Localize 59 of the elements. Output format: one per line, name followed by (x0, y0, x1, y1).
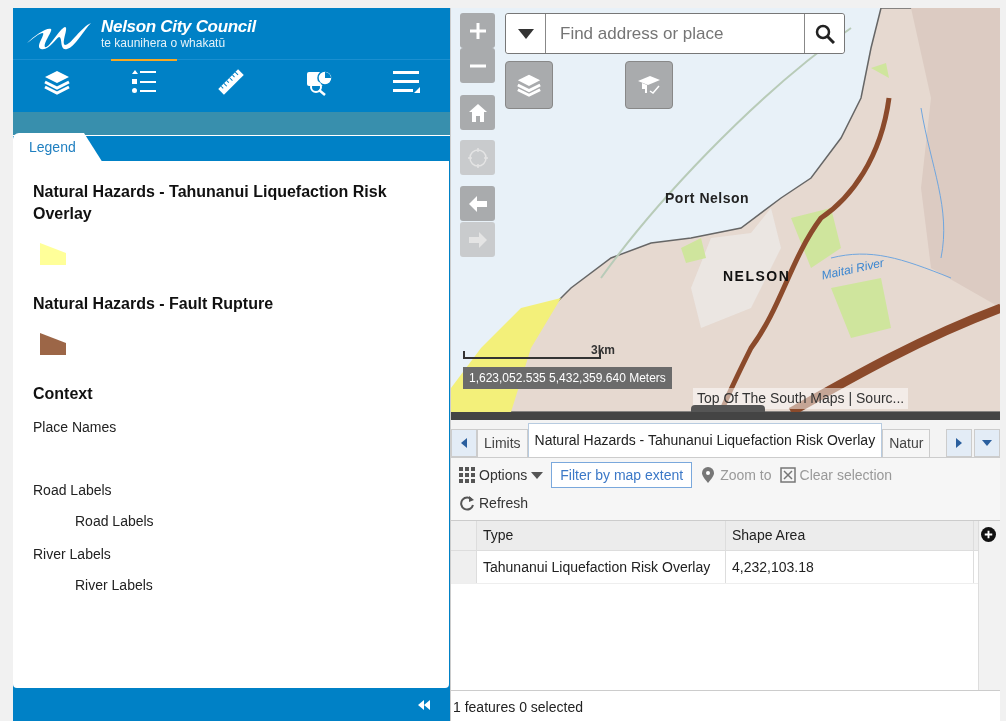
scroll-left-button[interactable] (451, 429, 477, 457)
column-header[interactable]: Shape Area (726, 521, 974, 550)
map-label: NELSON (723, 267, 791, 286)
search-icon[interactable] (814, 23, 835, 44)
layer-tab[interactable]: Natural Hazards - Tahunanui Liquefaction Risk Overlay (527, 423, 883, 457)
app-title: Nelson City Council (101, 17, 256, 36)
caret-icon (982, 440, 992, 446)
grid-icon (459, 467, 475, 483)
collapse-handle[interactable] (691, 405, 765, 412)
left-caret-icon (461, 438, 467, 448)
column-header[interactable]: Type (477, 521, 726, 550)
legend-layer-title: Natural Hazards - Fault Rupture (33, 294, 275, 314)
add-column-icon[interactable] (981, 527, 996, 542)
refresh-icon (459, 495, 475, 511)
map-control-button[interactable] (460, 186, 495, 221)
status-text: 1 features 0 selected (451, 690, 1000, 721)
table-icon[interactable] (392, 68, 421, 96)
home-icon[interactable] (467, 102, 488, 123)
legend-item: Place Names (33, 418, 118, 437)
refresh-button[interactable]: Refresh (459, 490, 992, 516)
caret-icon (531, 471, 544, 479)
filter-button[interactable]: Filter by map extent (551, 462, 693, 488)
map-view[interactable]: Find address or place Port Nelson NELSON Maitai River 3km 1,623,052.535 5,432,359.640 Meters Top Of The South Maps | Sourc... (451, 8, 1000, 412)
report-icon[interactable] (304, 68, 333, 96)
table-cell: Tahunanui Liquefaction Risk Overlay (477, 551, 726, 583)
collapse-icon[interactable] (418, 699, 430, 710)
options-button[interactable]: Options (459, 462, 544, 488)
basemap-button[interactable] (625, 61, 673, 109)
layers-icon[interactable] (516, 72, 542, 98)
map-pin-icon (700, 467, 717, 483)
legend-layer-title: Context (33, 384, 94, 404)
caret-icon[interactable] (517, 28, 534, 39)
legend-item: Road Labels (75, 512, 155, 531)
legend-layer-title: Natural Hazards - Tahunanui Liquefaction Risk Overlay (33, 182, 388, 224)
plus-icon[interactable] (467, 20, 488, 41)
map-control-button[interactable] (460, 48, 495, 83)
coordinates-text: 1,623,052.535 5,432,359.640 Meters (463, 367, 672, 389)
map-label: Maitai River (819, 254, 886, 285)
layers-icon[interactable] (42, 68, 71, 96)
search-box[interactable]: Find address or place (505, 13, 845, 54)
layer-tab[interactable]: Limits (477, 429, 528, 457)
scroll-right-button[interactable] (946, 429, 972, 457)
list-icon[interactable] (130, 68, 159, 96)
scale-label: 3km (591, 342, 616, 359)
layers-button[interactable] (505, 61, 553, 109)
map-control-button[interactable] (460, 95, 495, 130)
legend-tab[interactable]: Legend (13, 133, 102, 161)
map-control-button[interactable] (460, 13, 495, 48)
legend-item: River Labels (75, 576, 154, 595)
attribution-text: Top Of The South Maps | Sourc... (693, 388, 909, 409)
x-square-icon (779, 467, 796, 483)
legend-item: Road Labels (33, 481, 113, 500)
table-cell: 4,232,103.18 (726, 551, 974, 583)
app-subtitle: te kaunihera o whakatū (101, 36, 227, 50)
map-label: Port Nelson (665, 189, 750, 208)
right-caret-icon (956, 438, 962, 448)
legend-item: River Labels (33, 545, 112, 564)
layer-tab[interactable]: Natur (882, 429, 931, 457)
tab-menu-button[interactable] (974, 429, 1000, 457)
